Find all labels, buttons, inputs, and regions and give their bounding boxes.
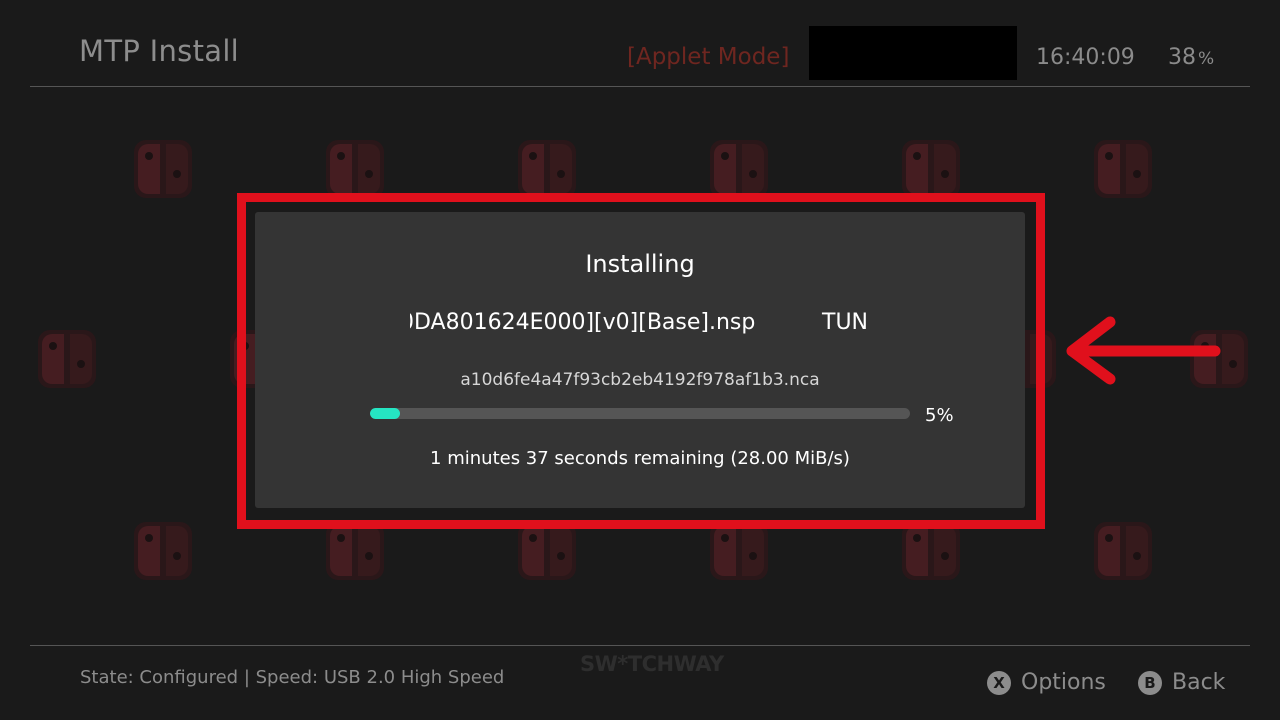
switch-logo-icon: [518, 140, 576, 198]
file-name-container: 0DA801624E000][v0][Base].nsp TUN: [410, 310, 870, 340]
file-name-tail: TUN: [822, 310, 868, 335]
file-name: 0DA801624E000][v0][Base].nsp: [410, 310, 756, 335]
switch-logo-icon: [1094, 522, 1152, 580]
battery-value: 38: [1168, 45, 1196, 70]
switch-logo-icon: [326, 140, 384, 198]
battery-indicator: 38%: [1168, 45, 1214, 70]
nca-file-name: a10d6fe4a47f93cb2eb4192f978af1b3.nca: [460, 370, 820, 390]
time-remaining: 1 minutes 37 seconds remaining (28.00 Mi…: [430, 448, 850, 469]
back-button[interactable]: B Back: [1138, 670, 1225, 695]
status-bar-text: State: Configured | Speed: USB 2.0 High …: [80, 667, 505, 688]
progress-fill: [370, 408, 400, 419]
switch-logo-icon: [710, 140, 768, 198]
back-label: Back: [1172, 670, 1226, 695]
page-title: MTP Install: [79, 34, 240, 68]
progress-percent: 5%: [925, 405, 954, 426]
clock: 16:40:09: [1036, 45, 1135, 70]
switch-logo-icon: [326, 522, 384, 580]
options-button[interactable]: X Options: [987, 670, 1106, 695]
switch-logo-icon: [1094, 140, 1152, 198]
progress-bar: [370, 408, 910, 419]
x-button-icon: X: [987, 670, 1011, 695]
switch-logo-icon: [902, 140, 960, 198]
header-divider: [30, 86, 1250, 87]
switch-logo-icon: [38, 330, 96, 388]
battery-unit: %: [1198, 49, 1215, 69]
mtp-install-screen: MTP Install [Applet Mode] 16:40:09 38% I…: [0, 0, 1280, 720]
options-label: Options: [1021, 670, 1106, 695]
footer-divider: [30, 645, 1250, 646]
left-arrow-icon: [1066, 316, 1221, 385]
applet-mode-label: [Applet Mode]: [627, 44, 790, 70]
install-dialog: Installing 0DA801624E000][v0][Base].nsp …: [255, 212, 1025, 508]
watermark: SW*TCHWAY: [580, 652, 724, 676]
dialog-title: Installing: [585, 250, 695, 278]
switch-logo-icon: [518, 522, 576, 580]
redacted-area: [809, 26, 1017, 80]
switch-logo-icon: [902, 522, 960, 580]
switch-logo-icon: [134, 140, 192, 198]
switch-logo-icon: [134, 522, 192, 580]
switch-logo-icon: [710, 522, 768, 580]
b-button-icon: B: [1138, 670, 1162, 695]
